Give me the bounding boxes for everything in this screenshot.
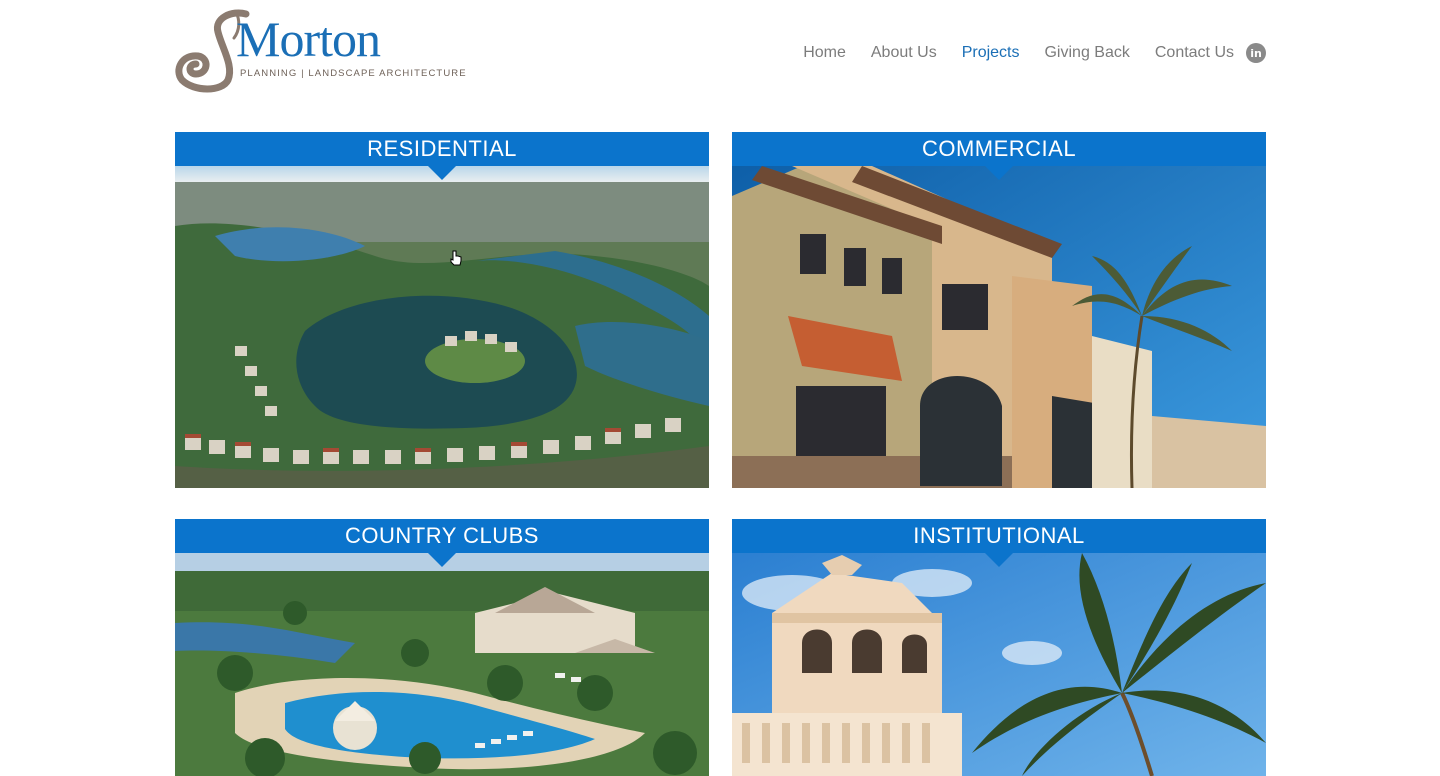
site-logo[interactable]: Morton PLANNING | LANDSCAPE ARCHITECTURE bbox=[174, 8, 466, 94]
nav-giving-back[interactable]: Giving Back bbox=[1044, 43, 1129, 63]
nav-about-us[interactable]: About Us bbox=[871, 43, 937, 63]
nav-projects[interactable]: Projects bbox=[962, 43, 1020, 63]
project-tile-commercial[interactable]: COMMERCIAL bbox=[732, 132, 1266, 488]
commercial-image bbox=[732, 166, 1266, 488]
project-tile-institutional[interactable]: INSTITUTIONAL bbox=[732, 519, 1266, 776]
project-tile-country-clubs[interactable]: COUNTRY CLUBS bbox=[175, 519, 709, 776]
hand-cursor-icon bbox=[450, 250, 462, 266]
main-nav: Home About Us Projects Giving Back Conta… bbox=[778, 43, 1266, 63]
nav-home[interactable]: Home bbox=[803, 43, 846, 63]
institutional-image bbox=[732, 553, 1266, 776]
country-club-image bbox=[175, 553, 709, 776]
tile-title: RESIDENTIAL bbox=[175, 132, 709, 166]
project-tile-residential[interactable]: RESIDENTIAL bbox=[175, 132, 709, 488]
tile-pointer bbox=[985, 166, 1013, 180]
linkedin-icon[interactable]: in bbox=[1246, 43, 1266, 63]
logo-wordmark: Morton bbox=[236, 11, 381, 67]
tile-pointer bbox=[428, 166, 456, 180]
tile-title: COUNTRY CLUBS bbox=[175, 519, 709, 553]
tile-title: INSTITUTIONAL bbox=[732, 519, 1266, 553]
tile-title: COMMERCIAL bbox=[732, 132, 1266, 166]
residential-image bbox=[175, 166, 709, 488]
logo-tagline: PLANNING | LANDSCAPE ARCHITECTURE bbox=[240, 68, 467, 79]
tile-pointer bbox=[985, 553, 1013, 567]
nav-contact-us[interactable]: Contact Us bbox=[1155, 43, 1234, 63]
tile-pointer bbox=[428, 553, 456, 567]
